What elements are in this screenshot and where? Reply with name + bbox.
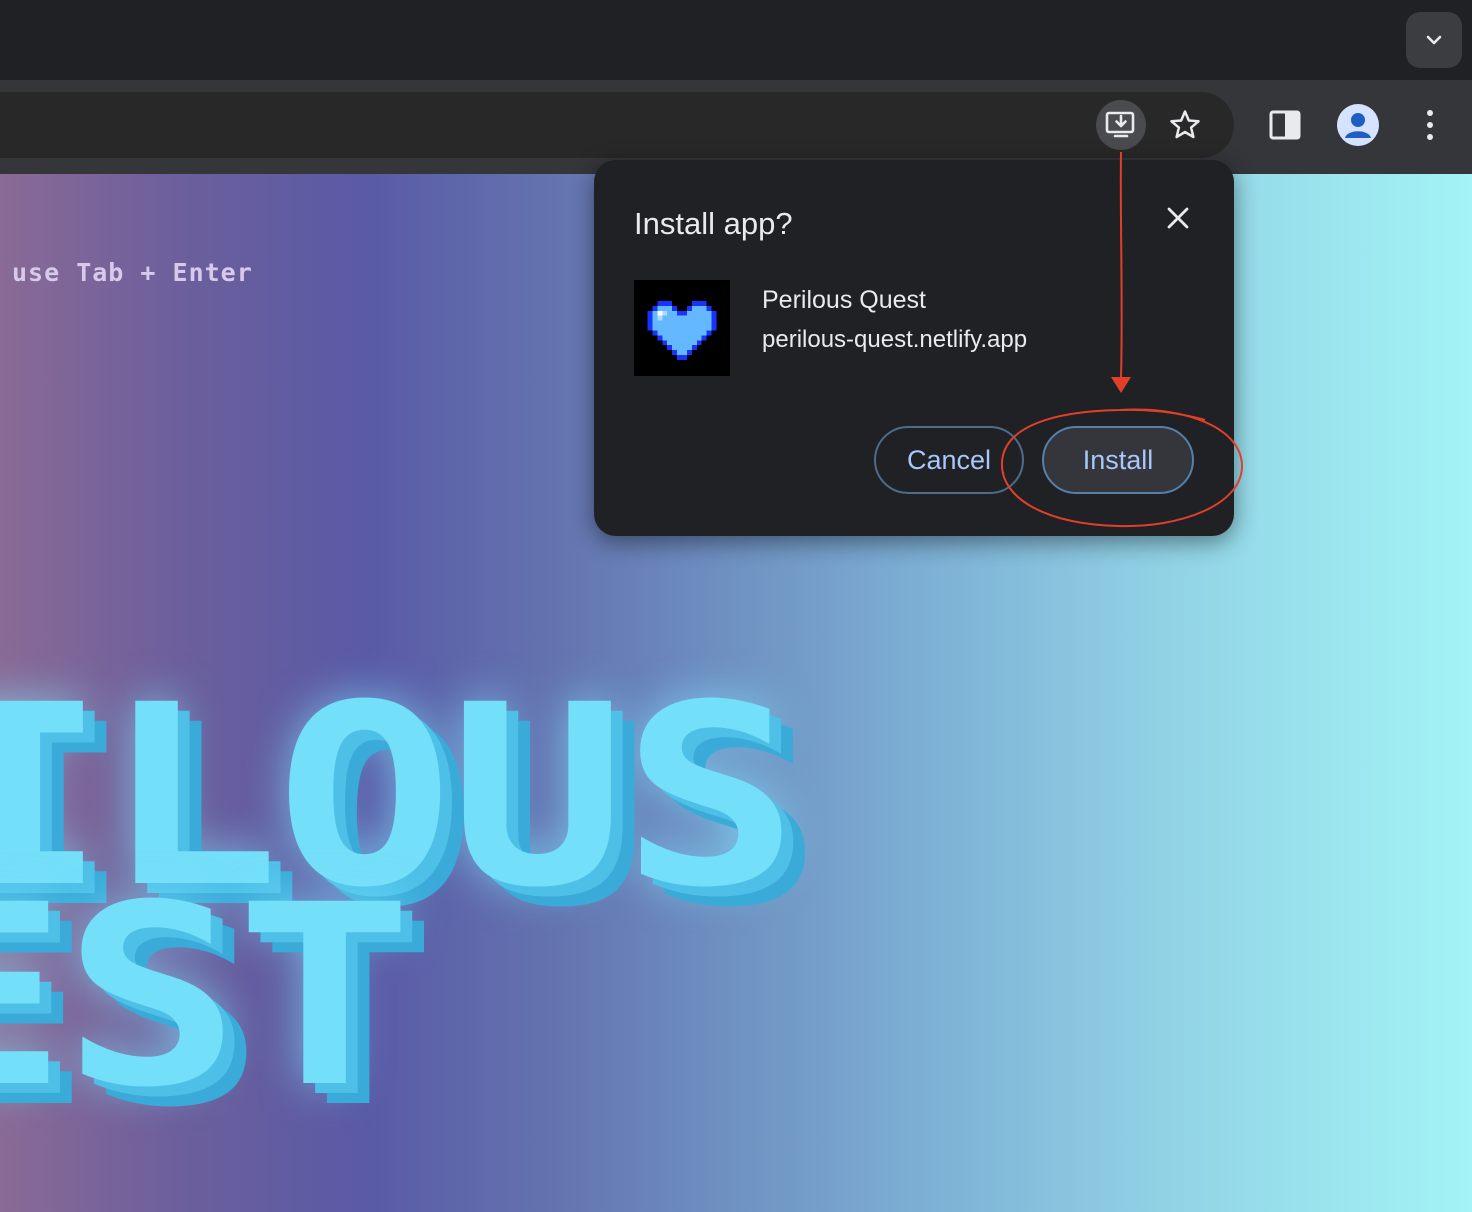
tab-strip — [0, 0, 1472, 80]
keyboard-hint: use Tab + Enter — [12, 258, 253, 287]
dialog-title: Install app? — [634, 206, 793, 241]
install-button[interactable]: Install — [1042, 426, 1194, 494]
profile-avatar-icon — [1345, 113, 1371, 138]
close-icon — [1167, 207, 1189, 229]
bookmark-star-icon — [1170, 110, 1200, 139]
close-button[interactable] — [1160, 200, 1196, 236]
profile-button[interactable] — [1337, 104, 1379, 146]
tab-search-button[interactable] — [1406, 12, 1462, 68]
address-bar[interactable] — [0, 92, 1234, 158]
install-app-button[interactable] — [1096, 100, 1146, 150]
browser-menu-button[interactable] — [1410, 102, 1450, 148]
app-name: Perilous Quest — [762, 286, 926, 314]
kebab-menu-icon — [1427, 110, 1433, 140]
install-app-dialog: Install app? Perilous Quest perilous-que… — [594, 160, 1234, 536]
pixel-heart-icon — [647, 300, 717, 360]
side-panel-icon — [1269, 110, 1301, 140]
game-title-line-2: EST — [0, 851, 413, 1142]
app-icon — [634, 280, 730, 376]
side-panel-button[interactable] — [1262, 102, 1308, 148]
chevron-down-icon — [1426, 35, 1442, 45]
install-app-icon — [1105, 111, 1135, 138]
cancel-button[interactable]: Cancel — [874, 426, 1024, 494]
bookmark-button[interactable] — [1160, 100, 1210, 150]
app-url: perilous-quest.netlify.app — [762, 326, 1028, 353]
